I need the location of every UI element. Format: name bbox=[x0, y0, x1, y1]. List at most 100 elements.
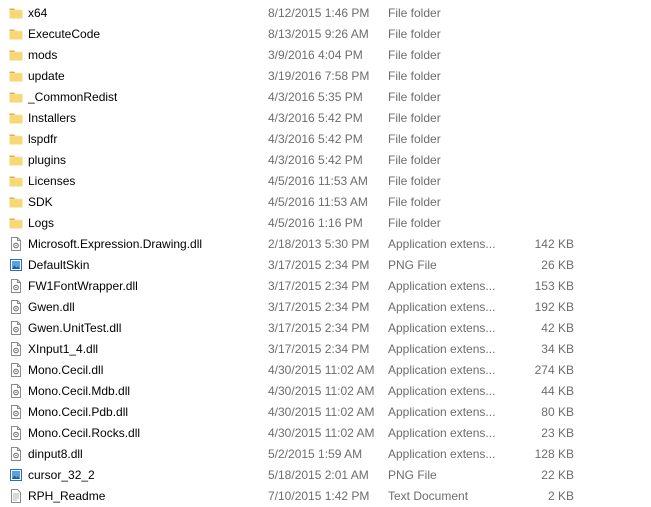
file-size: 34 KB bbox=[541, 342, 574, 356]
file-date-modified: 4/5/2016 1:16 PM bbox=[268, 216, 363, 230]
file-date-modified: 8/12/2015 1:46 PM bbox=[268, 6, 370, 20]
dll-file-icon bbox=[9, 300, 23, 314]
file-date-modified: 8/13/2015 9:26 AM bbox=[268, 27, 369, 41]
file-date-modified: 3/17/2015 2:34 PM bbox=[268, 279, 370, 293]
dll-file-icon bbox=[9, 426, 23, 440]
file-type: File folder bbox=[388, 6, 441, 20]
file-row-7[interactable]: plugins 4/3/2016 5:42 PM File folder bbox=[0, 150, 651, 171]
file-row-17[interactable]: Mono.Cecil.dll 4/30/2015 11:02 AM Applic… bbox=[0, 360, 651, 381]
file-name: Logs bbox=[28, 216, 55, 230]
file-date-modified: 5/2/2015 1:59 AM bbox=[268, 447, 363, 461]
file-type: File folder bbox=[388, 69, 441, 83]
file-row-6[interactable]: lspdfr 4/3/2016 5:42 PM File folder bbox=[0, 129, 651, 150]
file-type: Application extens... bbox=[388, 279, 496, 293]
dll-file-icon bbox=[9, 279, 23, 293]
file-row-11[interactable]: Microsoft.Expression.Drawing.dll 2/18/20… bbox=[0, 234, 651, 255]
folder-icon bbox=[9, 216, 23, 230]
file-date-modified: 5/18/2015 2:01 AM bbox=[268, 468, 369, 482]
file-name: plugins bbox=[28, 153, 67, 167]
file-row-18[interactable]: Mono.Cecil.Mdb.dll 4/30/2015 11:02 AM Ap… bbox=[0, 381, 651, 402]
file-date-modified: 3/17/2015 2:34 PM bbox=[268, 300, 370, 314]
file-date-modified: 4/30/2015 11:02 AM bbox=[268, 426, 375, 440]
file-type: Application extens... bbox=[388, 342, 496, 356]
file-date-modified: 4/30/2015 11:02 AM bbox=[268, 405, 375, 419]
file-name: x64 bbox=[28, 6, 48, 20]
file-date-modified: 4/3/2016 5:42 PM bbox=[268, 132, 363, 146]
file-type: PNG File bbox=[388, 258, 437, 272]
folder-icon bbox=[9, 6, 23, 20]
file-name: Mono.Cecil.Rocks.dll bbox=[28, 426, 141, 440]
file-type: Application extens... bbox=[388, 300, 496, 314]
file-name: mods bbox=[28, 48, 58, 62]
file-row-22[interactable]: cursor_32_2 5/18/2015 2:01 AM PNG File 2… bbox=[0, 465, 651, 486]
file-type: Application extens... bbox=[388, 405, 496, 419]
file-name: DefaultSkin bbox=[28, 258, 90, 272]
file-date-modified: 3/9/2016 4:04 PM bbox=[268, 48, 363, 62]
file-row-0[interactable]: x64 8/12/2015 1:46 PM File folder bbox=[0, 3, 651, 24]
file-type: Application extens... bbox=[388, 384, 496, 398]
file-name: Mono.Cecil.dll bbox=[28, 363, 104, 377]
file-row-8[interactable]: Licenses 4/5/2016 11:53 AM File folder bbox=[0, 171, 651, 192]
file-date-modified: 4/30/2015 11:02 AM bbox=[268, 384, 375, 398]
file-row-13[interactable]: FW1FontWrapper.dll 3/17/2015 2:34 PM App… bbox=[0, 276, 651, 297]
folder-icon bbox=[9, 195, 23, 209]
file-row-14[interactable]: Gwen.dll 3/17/2015 2:34 PM Application e… bbox=[0, 297, 651, 318]
file-row-5[interactable]: Installers 4/3/2016 5:42 PM File folder bbox=[0, 108, 651, 129]
file-name: Gwen.dll bbox=[28, 300, 75, 314]
file-name: Installers bbox=[28, 111, 77, 125]
file-size: 42 KB bbox=[541, 321, 574, 335]
file-size: 192 KB bbox=[534, 300, 574, 314]
file-name: dinput8.dll bbox=[28, 447, 83, 461]
file-type: File folder bbox=[388, 153, 441, 167]
file-name: FW1FontWrapper.dll bbox=[28, 279, 138, 293]
file-name: Mono.Cecil.Pdb.dll bbox=[28, 405, 129, 419]
file-name: update bbox=[28, 69, 65, 83]
file-row-1[interactable]: ExecuteCode 8/13/2015 9:26 AM File folde… bbox=[0, 24, 651, 45]
file-size: 142 KB bbox=[534, 237, 574, 251]
file-date-modified: 4/3/2016 5:42 PM bbox=[268, 111, 363, 125]
folder-icon bbox=[9, 27, 23, 41]
file-date-modified: 2/18/2013 5:30 PM bbox=[268, 237, 370, 251]
file-type: File folder bbox=[388, 111, 441, 125]
text-file-icon bbox=[9, 489, 23, 503]
file-row-2[interactable]: mods 3/9/2016 4:04 PM File folder bbox=[0, 45, 651, 66]
file-size: 80 KB bbox=[541, 405, 574, 419]
folder-icon bbox=[9, 69, 23, 83]
file-row-9[interactable]: SDK 4/5/2016 11:53 AM File folder bbox=[0, 192, 651, 213]
dll-file-icon bbox=[9, 384, 23, 398]
file-size: 274 KB bbox=[534, 363, 574, 377]
file-date-modified: 4/5/2016 11:53 AM bbox=[268, 174, 368, 188]
file-size: 26 KB bbox=[541, 258, 574, 272]
dll-file-icon bbox=[9, 237, 23, 251]
file-type: File folder bbox=[388, 90, 441, 104]
folder-icon bbox=[9, 153, 23, 167]
file-row-12[interactable]: DefaultSkin 3/17/2015 2:34 PM PNG File 2… bbox=[0, 255, 651, 276]
folder-icon bbox=[9, 174, 23, 188]
file-row-23[interactable]: RPH_Readme 7/10/2015 1:42 PM Text Docume… bbox=[0, 486, 651, 507]
file-size: 2 KB bbox=[547, 489, 574, 503]
file-date-modified: 4/3/2016 5:35 PM bbox=[268, 90, 363, 104]
folder-icon bbox=[9, 111, 23, 125]
file-row-21[interactable]: dinput8.dll 5/2/2015 1:59 AM Application… bbox=[0, 444, 651, 465]
file-row-20[interactable]: Mono.Cecil.Rocks.dll 4/30/2015 11:02 AM … bbox=[0, 423, 651, 444]
file-name: Gwen.UnitTest.dll bbox=[28, 321, 122, 335]
file-row-15[interactable]: Gwen.UnitTest.dll 3/17/2015 2:34 PM Appl… bbox=[0, 318, 651, 339]
file-date-modified: 4/5/2016 11:53 AM bbox=[268, 195, 368, 209]
file-type: Text Document bbox=[388, 489, 469, 503]
dll-file-icon bbox=[9, 342, 23, 356]
file-name: lspdfr bbox=[28, 132, 58, 146]
image-file-icon bbox=[9, 468, 23, 482]
file-row-19[interactable]: Mono.Cecil.Pdb.dll 4/30/2015 11:02 AM Ap… bbox=[0, 402, 651, 423]
file-date-modified: 3/17/2015 2:34 PM bbox=[268, 258, 370, 272]
file-type: Application extens... bbox=[388, 363, 496, 377]
dll-file-icon bbox=[9, 321, 23, 335]
file-row-10[interactable]: Logs 4/5/2016 1:16 PM File folder bbox=[0, 213, 651, 234]
file-date-modified: 3/19/2016 7:58 PM bbox=[268, 69, 370, 83]
file-row-4[interactable]: _CommonRedist 4/3/2016 5:35 PM File fold… bbox=[0, 87, 651, 108]
dll-file-icon bbox=[9, 363, 23, 377]
folder-icon bbox=[9, 132, 23, 146]
file-size: 22 KB bbox=[541, 468, 574, 482]
file-row-3[interactable]: update 3/19/2016 7:58 PM File folder bbox=[0, 66, 651, 87]
file-type: File folder bbox=[388, 48, 441, 62]
file-row-16[interactable]: XInput1_4.dll 3/17/2015 2:34 PM Applicat… bbox=[0, 339, 651, 360]
